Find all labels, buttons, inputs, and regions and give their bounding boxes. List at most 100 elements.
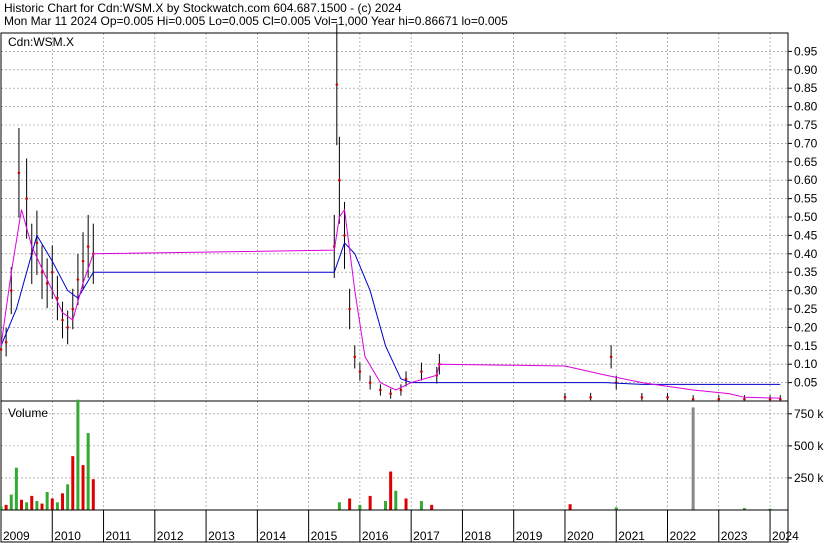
x-tick-label: 2023 <box>721 529 748 543</box>
close-dot <box>666 396 669 399</box>
volume-bar <box>45 492 49 510</box>
x-tick-label: 2022 <box>670 529 697 543</box>
x-tick-label: 2012 <box>157 529 184 543</box>
close-dot <box>743 397 746 401</box>
price-y-tick-label: 0.20 <box>794 320 818 334</box>
close-dot <box>66 326 69 329</box>
volume-bar <box>9 494 13 510</box>
ma-short-line <box>0 208 781 399</box>
close-dot <box>420 370 423 373</box>
x-tick-label: 2021 <box>618 529 645 543</box>
price-y-tick-label: 0.65 <box>794 155 818 169</box>
close-dot <box>17 171 21 175</box>
price-panel-title: Cdn:WSM.X <box>8 35 74 49</box>
volume-y-tick-label: 500 k <box>794 439 824 453</box>
close-dot <box>389 392 392 395</box>
price-y-tick-label: 0.60 <box>794 173 818 187</box>
chart-svg: Cdn:WSM.X 0.05 0.10 0.15 0.20 0.25 0.30 0.35 0.… <box>0 23 824 543</box>
close-dot <box>338 178 341 182</box>
price-y-tick-label: 0.95 <box>794 44 818 58</box>
price-y-tick-label: 0.30 <box>794 284 818 298</box>
price-y-tick-label: 0.25 <box>794 302 818 316</box>
volume-bar <box>0 506 3 510</box>
price-y-tick-label: 0.35 <box>794 265 818 279</box>
close-dot <box>609 355 613 359</box>
volume-bar <box>691 407 695 510</box>
x-tick-label: 2016 <box>362 529 389 543</box>
x-tick-label: 2013 <box>208 529 235 543</box>
close-dot <box>717 397 721 401</box>
volume-panel-title: Volume <box>8 406 48 420</box>
price-y-tick-label: 0.45 <box>794 228 818 242</box>
price-y-tick-label: 0.15 <box>794 339 818 353</box>
close-dot <box>358 370 362 373</box>
price-y-tick-label: 0.55 <box>794 192 818 206</box>
price-series <box>0 23 782 401</box>
close-dot <box>4 340 8 344</box>
volume-bar <box>25 502 29 510</box>
volume-y-tick-label: 750 k <box>794 407 824 421</box>
close-dot <box>61 318 64 322</box>
volume-bar <box>35 501 39 510</box>
close-dot <box>343 234 346 237</box>
volume-bar <box>50 498 54 510</box>
close-dot <box>50 270 54 274</box>
close-dot <box>76 278 80 281</box>
volume-bar <box>389 471 393 510</box>
price-y-tick-label: 0.50 <box>794 210 818 224</box>
volume-bar <box>71 456 75 510</box>
price-y-tick-label: 0.10 <box>794 357 818 371</box>
close-dot <box>71 307 75 311</box>
x-tick-label: 2014 <box>259 529 286 543</box>
x-tick-label: 2020 <box>567 529 594 543</box>
close-dot <box>563 396 567 399</box>
volume-bar <box>358 504 362 510</box>
volume-bar <box>337 502 341 510</box>
x-tick-label: 2017 <box>413 529 440 543</box>
price-y-tick-label: 0.85 <box>794 81 818 95</box>
price-y-tick-label: 0.70 <box>794 136 818 150</box>
close-dot <box>81 259 85 263</box>
price-y-tick-label: 0.05 <box>794 376 818 390</box>
volume-bar <box>368 495 372 510</box>
price-y-tick-label: 0.80 <box>794 100 818 114</box>
x-tick-label: 2024 <box>772 529 799 543</box>
close-dot <box>348 307 351 311</box>
volume-bar <box>76 399 80 510</box>
volume-y-ticks: 750 k 500 k 250 k <box>788 407 824 485</box>
price-gridlines <box>1 33 788 401</box>
volume-bar <box>568 504 572 510</box>
price-y-tick-label: 0.90 <box>794 63 818 77</box>
price-y-tick-label: 0.75 <box>794 118 818 132</box>
volume-bar <box>61 493 65 510</box>
volume-bar <box>394 490 398 510</box>
close-dot <box>353 355 357 359</box>
close-dot <box>640 396 644 399</box>
volume-bar <box>404 498 408 510</box>
volume-bars <box>0 399 772 510</box>
volume-bar <box>55 502 59 510</box>
close-dot <box>9 289 13 292</box>
close-dot <box>368 381 372 384</box>
close-dot <box>589 396 592 399</box>
ma-long-line <box>0 234 781 385</box>
volume-bar <box>86 433 90 510</box>
close-dot <box>379 388 382 392</box>
close-dot <box>691 397 695 401</box>
x-tick-label: 2010 <box>54 529 81 543</box>
close-dot <box>399 388 403 392</box>
close-dot <box>404 377 408 381</box>
x-tick-label: 2009 <box>3 529 30 543</box>
x-axis-labels: 2009 2010 2011 2012 2013 2014 2015 2016 2017 2018… <box>3 510 799 543</box>
x-tick-label: 2018 <box>464 529 491 543</box>
x-tick-label: 2011 <box>106 529 132 543</box>
close-dot <box>335 83 339 86</box>
volume-bar <box>14 467 18 510</box>
volume-bar <box>91 479 95 510</box>
price-y-tick-label: 0.40 <box>794 247 818 261</box>
x-tick-label: 2015 <box>311 529 338 543</box>
volume-bar <box>430 504 434 510</box>
volume-bar <box>4 504 8 510</box>
close-dot <box>35 241 39 245</box>
volume-bar <box>348 498 352 510</box>
